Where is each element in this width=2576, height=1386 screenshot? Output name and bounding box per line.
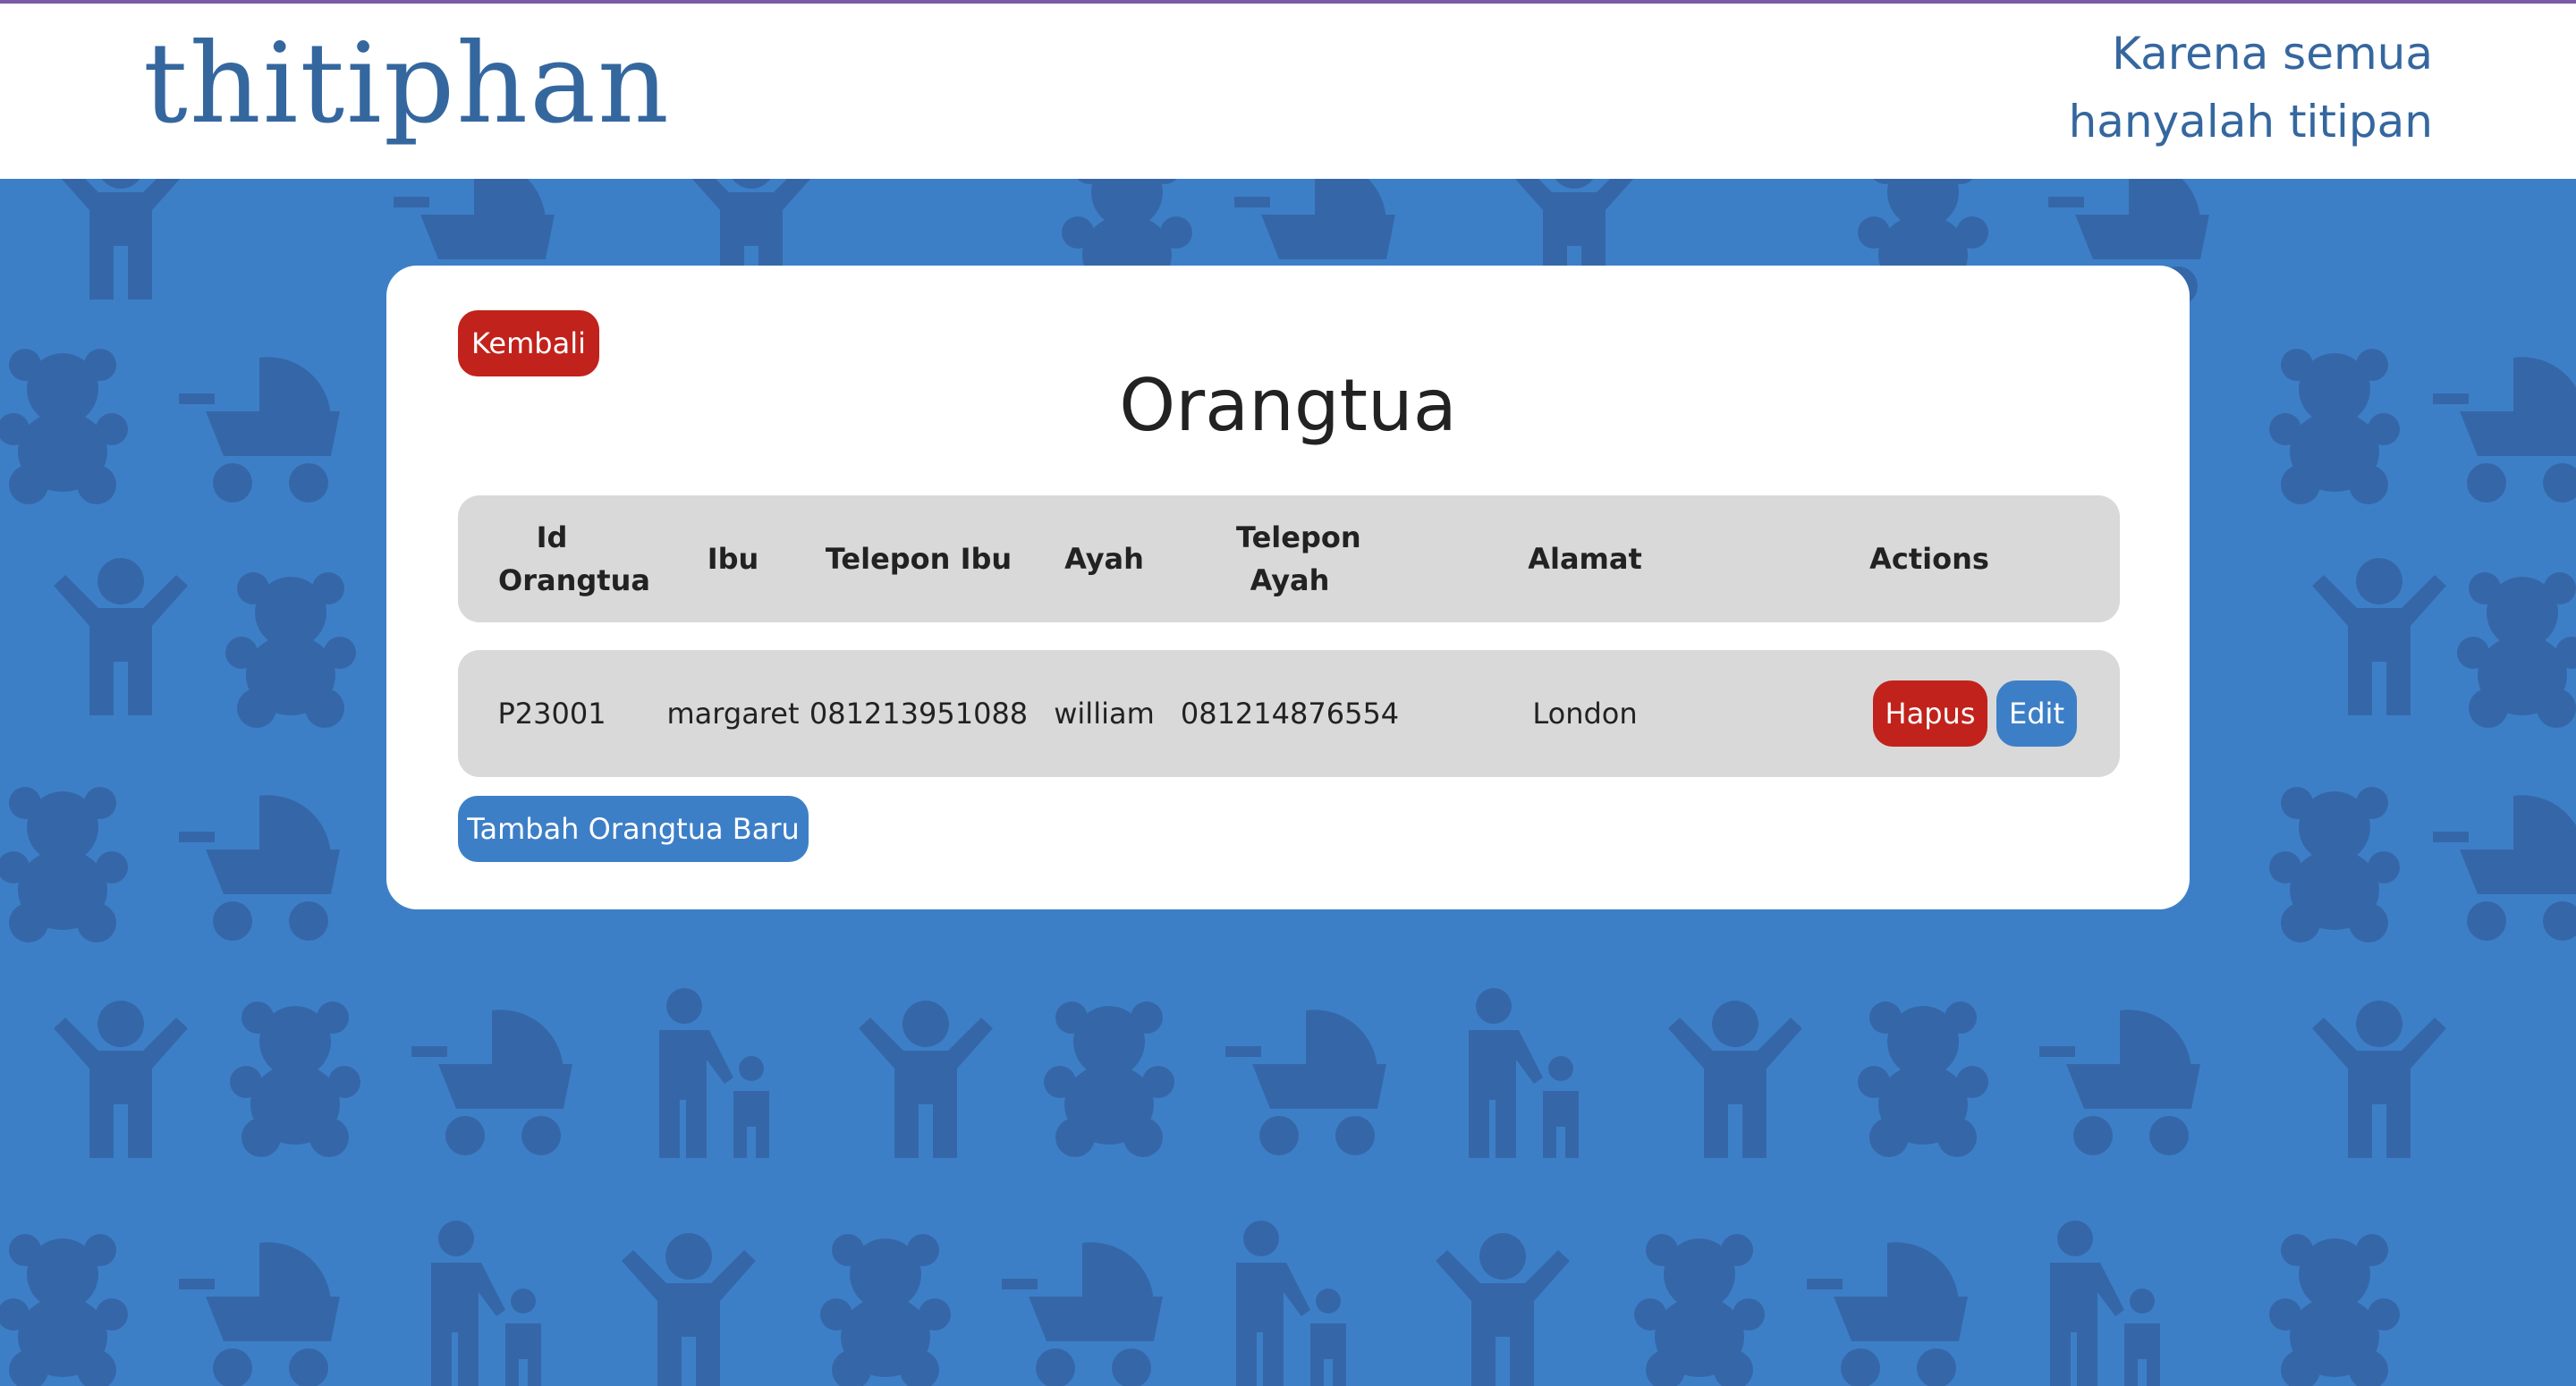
cell-alamat: London [1532,697,1638,731]
column-header-telepon-ayah: Telepon Ayah [1236,520,1361,597]
table-row: P23001 margaret 081213951088 william 081… [458,650,2120,777]
delete-button[interactable]: Hapus [1873,680,1987,747]
column-header-alamat: Alamat [1528,542,1642,576]
column-header-ayah: Ayah [1064,542,1144,576]
column-header-ibu: Ibu [707,542,759,576]
cell-telepon-ayah: 081214876554 [1180,697,1400,731]
cell-actions: Hapus Edit [1782,650,2104,777]
add-orangtua-button[interactable]: Tambah Orangtua Baru [458,796,809,862]
cell-ayah: william [1054,697,1155,731]
cell-id: P23001 [497,697,606,731]
tagline-line-1: Karena semua [2112,28,2433,80]
cell-telepon-ibu: 081213951088 [809,697,1029,731]
site-header: thitiphan Karena semua hanyalah titipan [0,4,2576,179]
column-header-id: Id Orangtua [498,520,650,597]
page-title: Orangtua [1119,364,1457,447]
orangtua-card: Kembali Orangtua Id Orangtua Ibu Telepon… [386,266,2190,909]
tagline-line-2: hanyalah titipan [2068,96,2433,148]
table-header: Id Orangtua Ibu Telepon Ibu Ayah Telepon… [458,495,2120,622]
edit-button[interactable]: Edit [1996,680,2077,747]
column-header-actions: Actions [1869,542,1989,576]
column-header-telepon-ibu: Telepon Ibu [825,542,1013,576]
site-tagline: Karena semua hanyalah titipan [2069,20,2433,156]
cell-ibu: margaret [666,697,800,731]
site-logo[interactable]: thitiphan [143,21,671,147]
